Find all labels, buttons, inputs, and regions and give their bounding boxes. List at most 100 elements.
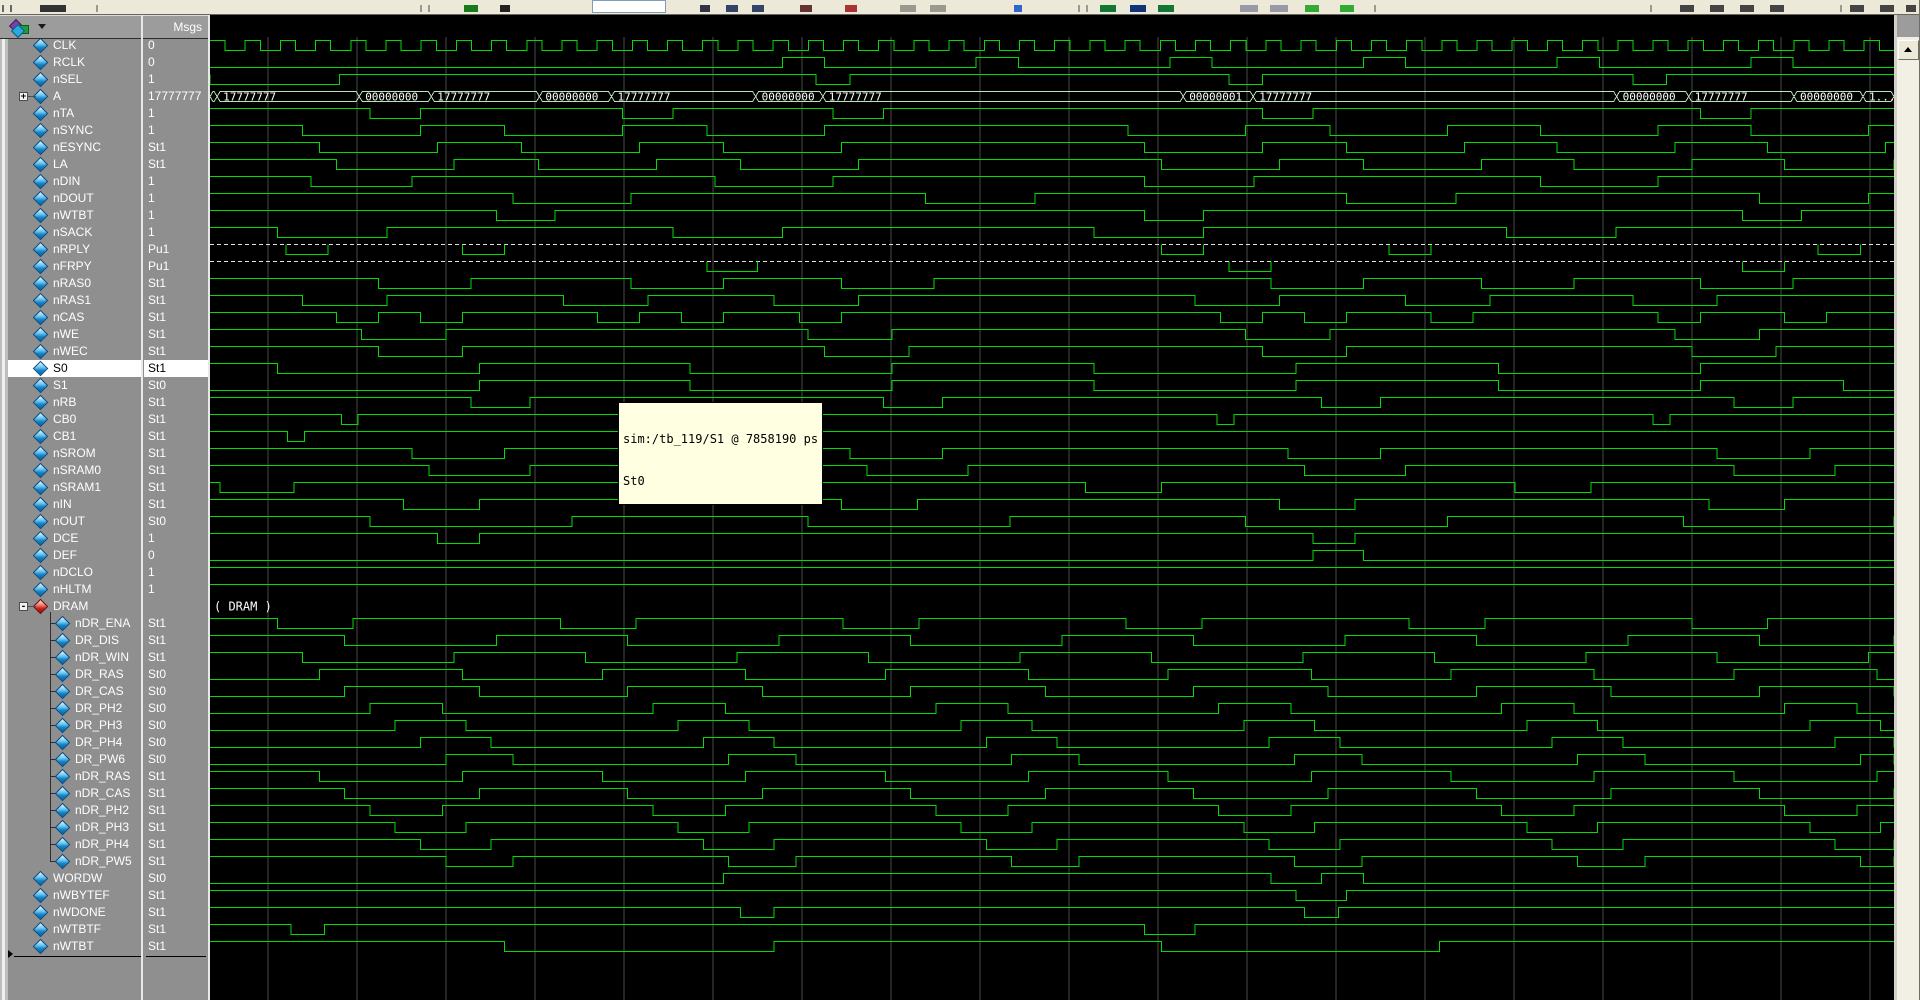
signal-row[interactable]: DR_RAS St0: [8, 666, 210, 683]
signal-name: nDR_ENA: [75, 615, 130, 632]
signal-row[interactable]: LA St1: [8, 156, 210, 173]
signal-row[interactable]: nHLTM 1: [8, 581, 210, 598]
signal-row[interactable]: DCE 1: [8, 530, 210, 547]
signal-row[interactable]: S0 St1: [8, 360, 210, 377]
signal-diamond-icon: [55, 837, 71, 853]
signal-name: nRB: [53, 394, 76, 411]
signal-row[interactable]: nDR_WIN St1: [8, 649, 210, 666]
signal-name: CB0: [53, 411, 76, 428]
msgs-label: Msgs: [173, 20, 210, 34]
signal-row[interactable]: DR_DIS St1: [8, 632, 210, 649]
toolbar-icon-fragment: [845, 5, 857, 12]
signal-row[interactable]: nDR_RAS St1: [8, 768, 210, 785]
signal-row[interactable]: nWTBT 1: [8, 207, 210, 224]
signal-row[interactable]: nWDONE St1: [8, 904, 210, 921]
signal-value: St0: [148, 701, 166, 715]
signal-row[interactable]: nRPLY Pu1: [8, 241, 210, 258]
signal-row[interactable]: DR_PH3 St0: [8, 717, 210, 734]
signal-diamond-icon: [55, 718, 71, 734]
chevron-down-icon[interactable]: [38, 24, 46, 29]
signal-name: DR_PH4: [75, 734, 122, 751]
signal-row[interactable]: DR_PH4 St0: [8, 734, 210, 751]
signal-row[interactable]: CLK 0: [8, 37, 210, 54]
signal-row[interactable]: - DRAM: [8, 598, 210, 615]
waveform-canvas[interactable]: 1777777700000000177777770000000017777777…: [210, 15, 1894, 1000]
signal-row[interactable]: nRB St1: [8, 394, 210, 411]
signal-value: St1: [148, 463, 166, 477]
signal-row[interactable]: nTA 1: [8, 105, 210, 122]
signal-diamond-icon: [33, 497, 49, 513]
signal-row[interactable]: nSRAM1 St1: [8, 479, 210, 496]
signal-row[interactable]: CB0 St1: [8, 411, 210, 428]
signal-row[interactable]: nIN St1: [8, 496, 210, 513]
signal-row[interactable]: DEF 0: [8, 547, 210, 564]
signal-value: St0: [148, 514, 166, 528]
up-arrow-icon: [1904, 47, 1912, 52]
signal-row[interactable]: DR_PH2 St0: [8, 700, 210, 717]
signal-row[interactable]: DR_PW6 St0: [8, 751, 210, 768]
signal-row[interactable]: RCLK 0: [8, 54, 210, 71]
expand-toggle[interactable]: +: [19, 92, 28, 101]
signal-value: St1: [148, 140, 166, 154]
signal-row[interactable]: nDCLO 1: [8, 564, 210, 581]
signal-name: RCLK: [53, 54, 85, 71]
signal-row[interactable]: nDR_ENA St1: [8, 615, 210, 632]
signal-row[interactable]: nDOUT 1: [8, 190, 210, 207]
signal-value: St1: [148, 633, 166, 647]
toolbar-icon-fragment: [1014, 5, 1022, 12]
signal-value: 0: [148, 548, 155, 562]
signal-row[interactable]: nSRAM0 St1: [8, 462, 210, 479]
signal-tree[interactable]: CLK 0 RCLK 0 nSEL 1 + A 17777777: [8, 37, 210, 1000]
toolbar-icon-fragment: [1078, 5, 1080, 12]
signal-row[interactable]: nOUT St0: [8, 513, 210, 530]
signal-row[interactable]: + A 17777777: [8, 88, 210, 105]
signal-row[interactable]: nDR_CAS St1: [8, 785, 210, 802]
signal-row[interactable]: S1 St0: [8, 377, 210, 394]
tree-left-scroll-strip[interactable]: [0, 15, 8, 1000]
scroll-up-button[interactable]: [1898, 40, 1919, 60]
vertical-scrollbar[interactable]: [1897, 15, 1919, 1000]
toolbar-icon-fragment: [428, 5, 430, 12]
signal-row[interactable]: nDR_PH2 St1: [8, 802, 210, 819]
svg-text:17777777: 17777777: [829, 91, 882, 104]
toolbar-icon-fragment: [1305, 5, 1319, 12]
signal-row[interactable]: DR_CAS St0: [8, 683, 210, 700]
signal-row[interactable]: nWTBT St1: [8, 938, 210, 955]
signal-name: nSEL: [53, 71, 82, 88]
signal-row[interactable]: nRAS1 St1: [8, 292, 210, 309]
signal-diamond-icon: [33, 55, 49, 71]
signal-name: S0: [53, 360, 68, 377]
name-value-column-divider[interactable]: [141, 15, 143, 1000]
signal-name: nDR_RAS: [75, 768, 130, 785]
svg-text:( DRAM ): ( DRAM ): [214, 600, 272, 614]
signal-row[interactable]: nDR_PH4 St1: [8, 836, 210, 853]
signal-row[interactable]: nESYNC St1: [8, 139, 210, 156]
toolbar-icon-fragment: [1740, 5, 1754, 12]
signal-row[interactable]: nSYNC 1: [8, 122, 210, 139]
signal-row[interactable]: nSEL 1: [8, 71, 210, 88]
expand-toggle[interactable]: -: [19, 602, 28, 611]
signal-row[interactable]: nCAS St1: [8, 309, 210, 326]
signal-diamond-icon: [33, 174, 49, 190]
svg-text:00000001: 00000001: [1189, 91, 1242, 104]
signal-diamond-icon: [33, 548, 49, 564]
signal-row[interactable]: nDR_PW5 St1: [8, 853, 210, 870]
panel-wave-divider[interactable]: [208, 15, 210, 1000]
signal-row[interactable]: nWTBTF St1: [8, 921, 210, 938]
signal-row[interactable]: CB1 St1: [8, 428, 210, 445]
signal-row[interactable]: nDR_PH3 St1: [8, 819, 210, 836]
signal-row[interactable]: nFRPY Pu1: [8, 258, 210, 275]
svg-text:00000000: 00000000: [365, 91, 418, 104]
signal-diamond-icon: [55, 769, 71, 785]
signal-row[interactable]: nSROM St1: [8, 445, 210, 462]
signal-row[interactable]: nWE St1: [8, 326, 210, 343]
signal-row[interactable]: nWEC St1: [8, 343, 210, 360]
signal-row[interactable]: nWBYTEF St1: [8, 887, 210, 904]
signal-row[interactable]: WORDW St0: [8, 870, 210, 887]
signal-row[interactable]: nSACK 1: [8, 224, 210, 241]
signal-diamond-icon: [55, 820, 71, 836]
toolbar-icon-fragment: [10, 5, 12, 12]
signal-row[interactable]: nRAS0 St1: [8, 275, 210, 292]
signal-row[interactable]: nDIN 1: [8, 173, 210, 190]
signal-value: St1: [148, 820, 166, 834]
